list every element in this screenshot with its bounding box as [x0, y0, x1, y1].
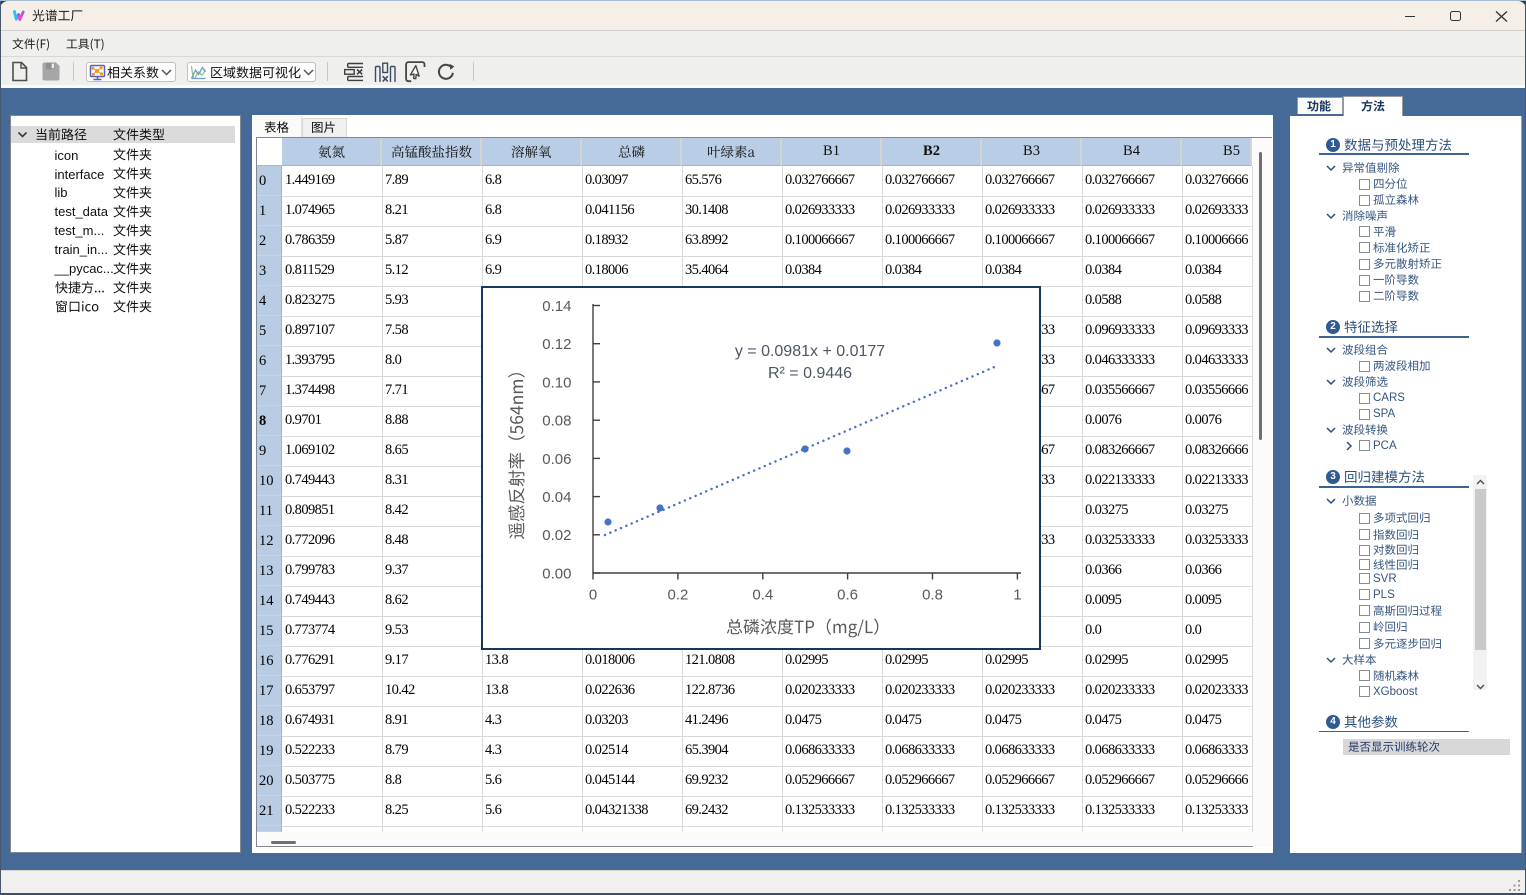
- svg-text:0.00: 0.00: [542, 565, 571, 582]
- svg-text:0.4: 0.4: [752, 587, 773, 604]
- svg-text:0.08: 0.08: [542, 413, 571, 430]
- svg-text:0.02: 0.02: [542, 527, 571, 544]
- svg-text:0: 0: [589, 587, 597, 604]
- svg-text:0.06: 0.06: [542, 451, 571, 468]
- svg-text:0.14: 0.14: [542, 298, 571, 315]
- svg-text:0.2: 0.2: [667, 587, 688, 604]
- svg-text:0.8: 0.8: [922, 587, 943, 604]
- svg-text:0.04: 0.04: [542, 489, 571, 506]
- svg-text:1: 1: [1013, 587, 1021, 604]
- svg-text:0.6: 0.6: [837, 587, 858, 604]
- svg-text:0.12: 0.12: [542, 336, 571, 353]
- svg-text:0.10: 0.10: [542, 374, 571, 391]
